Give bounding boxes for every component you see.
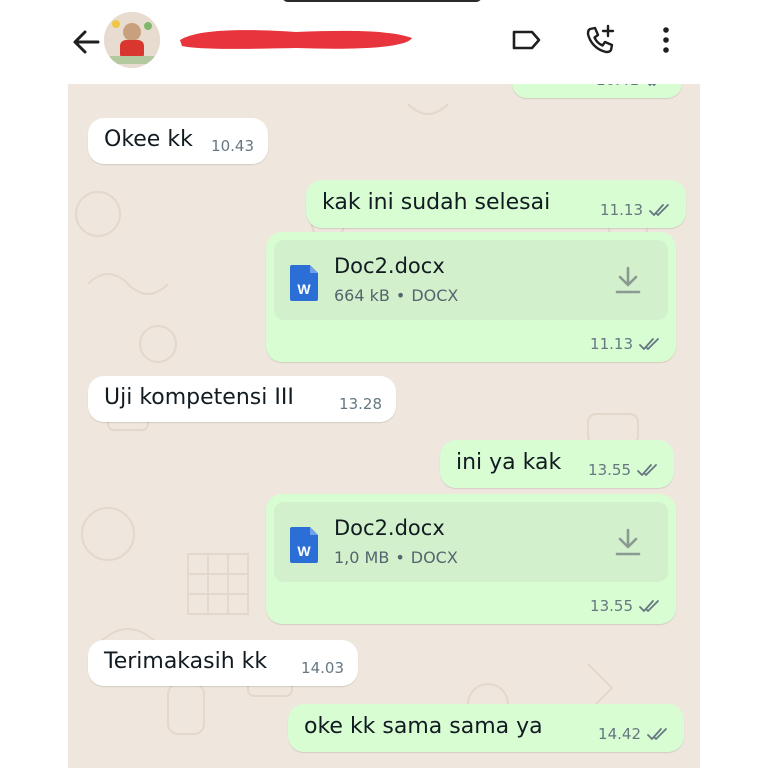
message-meta: 13.55 [590,597,662,615]
double-check-icon [649,204,669,216]
incoming-message[interactable]: Okee kk 10.43 [88,118,268,164]
message-text: Okee kk [104,127,193,152]
message-meta: 13.28 [339,395,382,413]
double-check-icon [647,728,667,740]
message-text: oke kk sama sama ya [304,714,543,739]
word-document-icon: W [290,527,318,563]
message-meta: 11.13 [600,201,672,219]
message-time: 14.42 [598,725,641,743]
svg-text:W: W [297,281,311,297]
file-type: DOCX [411,286,459,305]
file-separator: • [395,548,405,567]
double-check-icon [647,84,657,86]
message-meta: 14.03 [301,659,344,677]
double-check-icon [637,464,657,476]
outgoing-message[interactable]: kak ini sudah selesai 11.13 [306,180,686,228]
double-check-icon [639,338,659,350]
file-message[interactable]: W Doc2.docx 1,0 MB • DOCX 13.55 [266,494,676,624]
message-time: 11.13 [590,335,633,353]
file-size: 664 kB [334,286,390,305]
double-check-icon [639,600,659,612]
file-details: 664 kB • DOCX [334,286,458,305]
svg-text:W: W [297,543,311,559]
message-time: 13.28 [339,395,382,413]
chat-area[interactable]: 10.41 Okee kk 10.43 kak ini sudah selesai 11… [68,84,700,768]
download-icon[interactable] [612,264,644,298]
message-meta: 11.13 [590,335,662,353]
file-size: 1,0 MB [334,548,390,567]
more-vertical-icon[interactable] [648,22,684,58]
file-separator: • [395,286,406,305]
outgoing-message[interactable]: oke kk sama sama ya 14.42 [288,704,684,752]
message-time: 13.55 [590,597,633,615]
chat-header [0,0,768,84]
file-details: 1,0 MB • DOCX [334,548,458,567]
message-text: Terimakasih kk [104,649,268,674]
label-tag-icon[interactable] [508,22,544,58]
message-time: 13.55 [588,461,631,479]
message-meta: 14.42 [598,725,670,743]
message-time: 11.13 [600,201,643,219]
incoming-message[interactable]: Uji kompetensi III 13.28 [88,376,396,422]
outgoing-message[interactable]: 10.41 [512,84,682,98]
message-time: 10.41 [596,84,639,89]
avatar[interactable] [104,12,160,68]
status-bar-notch [282,0,482,2]
message-text: ini ya kak [456,450,562,475]
message-text: kak ini sudah selesai [322,190,551,215]
file-type: DOCX [410,548,458,567]
file-message[interactable]: W Doc2.docx 664 kB • DOCX 11.13 [266,232,676,362]
file-name: Doc2.docx [334,254,445,278]
word-document-icon: W [290,265,318,301]
message-time: 14.03 [301,659,344,677]
message-time: 10.43 [211,137,254,155]
outgoing-message[interactable]: ini ya kak 13.55 [440,440,674,488]
file-name: Doc2.docx [334,516,445,540]
message-text: Uji kompetensi III [104,385,294,410]
message-meta: 10.41 [596,84,668,89]
message-meta: 10.43 [211,137,254,155]
phone-add-icon[interactable] [582,22,618,58]
arrow-left-icon[interactable] [68,24,104,60]
file-attachment-card[interactable]: W Doc2.docx 1,0 MB • DOCX [274,502,668,582]
file-attachment-card[interactable]: W Doc2.docx 664 kB • DOCX [274,240,668,320]
redacted-contact-name [180,30,412,49]
message-meta: 13.55 [588,461,660,479]
download-icon[interactable] [612,526,644,560]
incoming-message[interactable]: Terimakasih kk 14.03 [88,640,358,686]
